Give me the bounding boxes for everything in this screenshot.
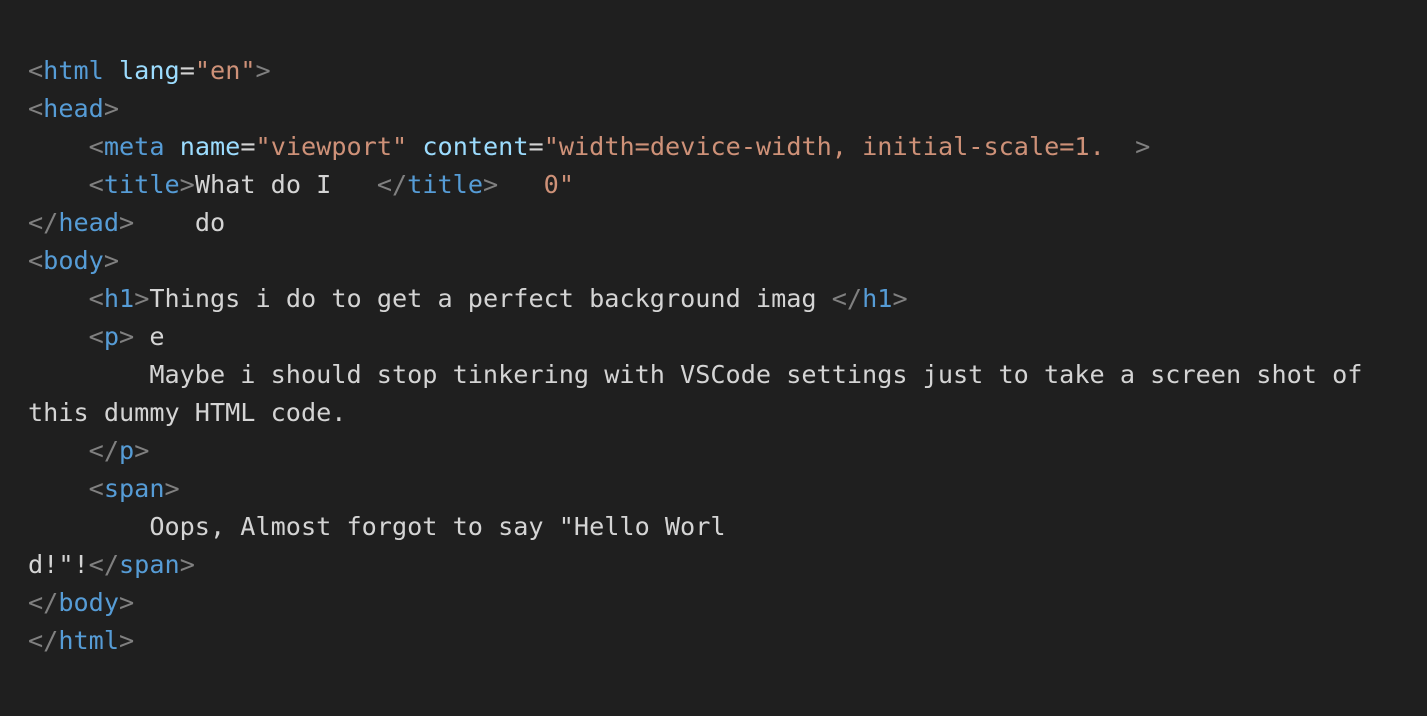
- code-token: >: [179, 170, 195, 199]
- line-h1[interactable]: <h1>Things i do to get a perfect backgro…: [28, 280, 908, 318]
- code-token: <: [88, 322, 104, 351]
- code-token: span: [119, 550, 180, 579]
- code-token: title: [103, 170, 180, 199]
- code-token: Oops, Almost forgot to say "Hello Worl: [28, 512, 726, 541]
- code-token: >: [134, 436, 150, 465]
- line-p-close[interactable]: </p>: [28, 432, 150, 470]
- code-token: p: [119, 436, 135, 465]
- code-token: >: [892, 284, 908, 313]
- line-html-open[interactable]: <html lang="en">: [28, 52, 271, 90]
- line-p-text-2[interactable]: this dummy HTML code.: [28, 394, 346, 432]
- line-body-close[interactable]: </body>: [28, 584, 134, 622]
- code-token: Things i do to get a perfect background …: [149, 284, 832, 313]
- code-token: <: [88, 170, 104, 199]
- code-token: >: [134, 284, 150, 313]
- code-token: e: [134, 322, 165, 351]
- code-token: head: [58, 208, 120, 237]
- code-token: </: [88, 436, 120, 465]
- line-head-open[interactable]: <head>: [28, 90, 119, 128]
- code-token: =: [528, 132, 544, 161]
- code-token: >: [119, 208, 135, 237]
- code-token: >: [103, 246, 120, 275]
- code-token: this dummy HTML code.: [28, 398, 347, 427]
- code-token: </: [28, 626, 59, 655]
- code-token: name: [179, 132, 241, 161]
- code-token: <: [28, 56, 44, 85]
- code-token: "width=device-width, initial-scale=1.: [543, 132, 1105, 161]
- code-token: "viewport": [255, 132, 408, 161]
- code-token: </: [831, 284, 863, 313]
- code-token: <: [88, 132, 104, 161]
- line-span-text-1[interactable]: Oops, Almost forgot to say "Hello Worl: [28, 508, 726, 546]
- line-title[interactable]: <title>What do I </title> 0": [28, 166, 574, 204]
- code-token: html: [58, 626, 120, 655]
- code-token: >: [119, 588, 135, 617]
- code-token: </: [28, 588, 59, 617]
- code-token: title: [407, 170, 483, 199]
- code-token: body: [43, 246, 104, 275]
- line-span-text-2[interactable]: d!"!</span>: [28, 546, 195, 584]
- code-token: >: [255, 56, 271, 85]
- code-token: do: [134, 208, 226, 237]
- code-token: head: [43, 94, 104, 123]
- code-token: meta: [103, 132, 165, 161]
- code-token: 0": [543, 170, 575, 199]
- code-token: body: [58, 588, 120, 617]
- line-span-open[interactable]: <span>: [28, 470, 180, 508]
- code-token: >: [179, 550, 195, 579]
- code-token: <: [88, 284, 104, 313]
- line-head-close[interactable]: </head> do: [28, 204, 225, 242]
- code-token: What do I: [194, 170, 377, 199]
- code-editor[interactable]: <html lang="en"> <head> <meta name="viewp…: [28, 52, 1427, 716]
- code-token: "en": [194, 56, 256, 85]
- code-token: d!"!: [28, 550, 89, 579]
- line-meta[interactable]: <meta name="viewport" content="width=dev…: [28, 128, 1151, 166]
- code-token: >: [103, 94, 120, 123]
- line-body-open[interactable]: <body>: [28, 242, 119, 280]
- line-p-open[interactable]: <p> e: [28, 318, 165, 356]
- code-token: >: [1135, 132, 1151, 161]
- code-token: lang: [119, 56, 180, 85]
- code-token: </: [376, 170, 408, 199]
- code-token: </: [28, 208, 59, 237]
- code-token: >: [483, 170, 499, 199]
- code-token: Maybe i should stop tinkering with VSCod…: [28, 360, 1363, 389]
- line-p-text-1[interactable]: Maybe i should stop tinkering with VSCod…: [28, 356, 1362, 394]
- code-token: </: [88, 550, 120, 579]
- code-token: >: [119, 626, 135, 655]
- line-html-close[interactable]: </html>: [28, 622, 134, 660]
- code-token: html: [43, 56, 104, 85]
- code-token: =: [240, 132, 256, 161]
- code-token: >: [119, 322, 135, 351]
- code-token: h1: [103, 284, 135, 313]
- code-token: p: [103, 322, 120, 351]
- code-token: <: [88, 474, 104, 503]
- code-token: h1: [862, 284, 893, 313]
- code-token: =: [179, 56, 195, 85]
- code-token: span: [103, 474, 165, 503]
- code-token: >: [164, 474, 180, 503]
- code-token: <: [28, 94, 44, 123]
- code-token: <: [28, 246, 44, 275]
- code-token: content: [422, 132, 529, 161]
